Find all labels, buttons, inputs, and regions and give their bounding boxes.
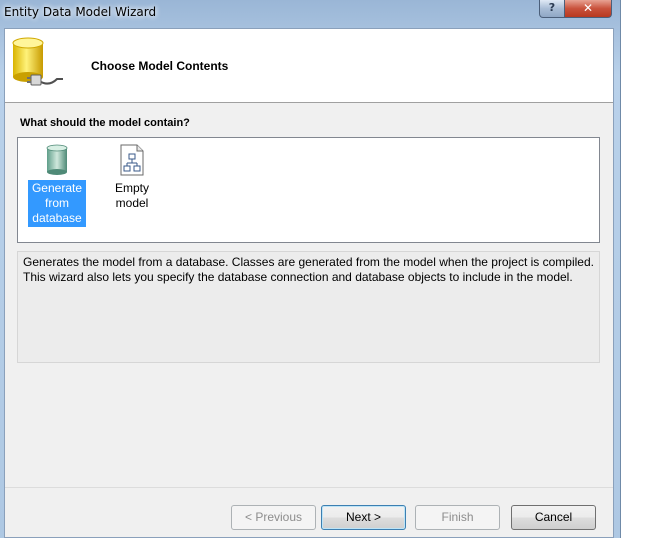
- question-label: What should the model contain?: [20, 117, 190, 129]
- footer-divider: [5, 487, 613, 488]
- page-title: Choose Model Contents: [91, 59, 229, 73]
- choice-label: Empty model: [114, 181, 149, 210]
- description-panel: Generates the model from a database. Cla…: [17, 251, 600, 363]
- next-button[interactable]: Next >: [321, 505, 406, 530]
- choice-label: Generate from database: [28, 180, 86, 227]
- finish-button[interactable]: Finish: [415, 505, 500, 530]
- choice-empty-model[interactable]: Empty model: [96, 140, 168, 212]
- close-button[interactable]: ✕: [564, 0, 612, 18]
- wizard-window: Entity Data Model Wizard ? ✕ Choose Mode…: [0, 0, 621, 538]
- empty-model-icon: [120, 144, 144, 176]
- title-bar[interactable]: Entity Data Model Wizard ? ✕: [0, 0, 620, 28]
- database-icon: [46, 144, 68, 175]
- model-contents-list[interactable]: Generate from database Empty model: [17, 137, 600, 243]
- window-title: Entity Data Model Wizard: [4, 5, 157, 19]
- database-plug-icon: [12, 37, 63, 86]
- cancel-button[interactable]: Cancel: [511, 505, 596, 530]
- choice-generate-from-database[interactable]: Generate from database: [28, 140, 86, 227]
- previous-button[interactable]: < Previous: [231, 505, 316, 530]
- wizard-header: Choose Model Contents: [5, 29, 613, 103]
- help-button[interactable]: ?: [539, 0, 565, 18]
- wizard-client-area: Choose Model Contents What should the mo…: [4, 28, 614, 538]
